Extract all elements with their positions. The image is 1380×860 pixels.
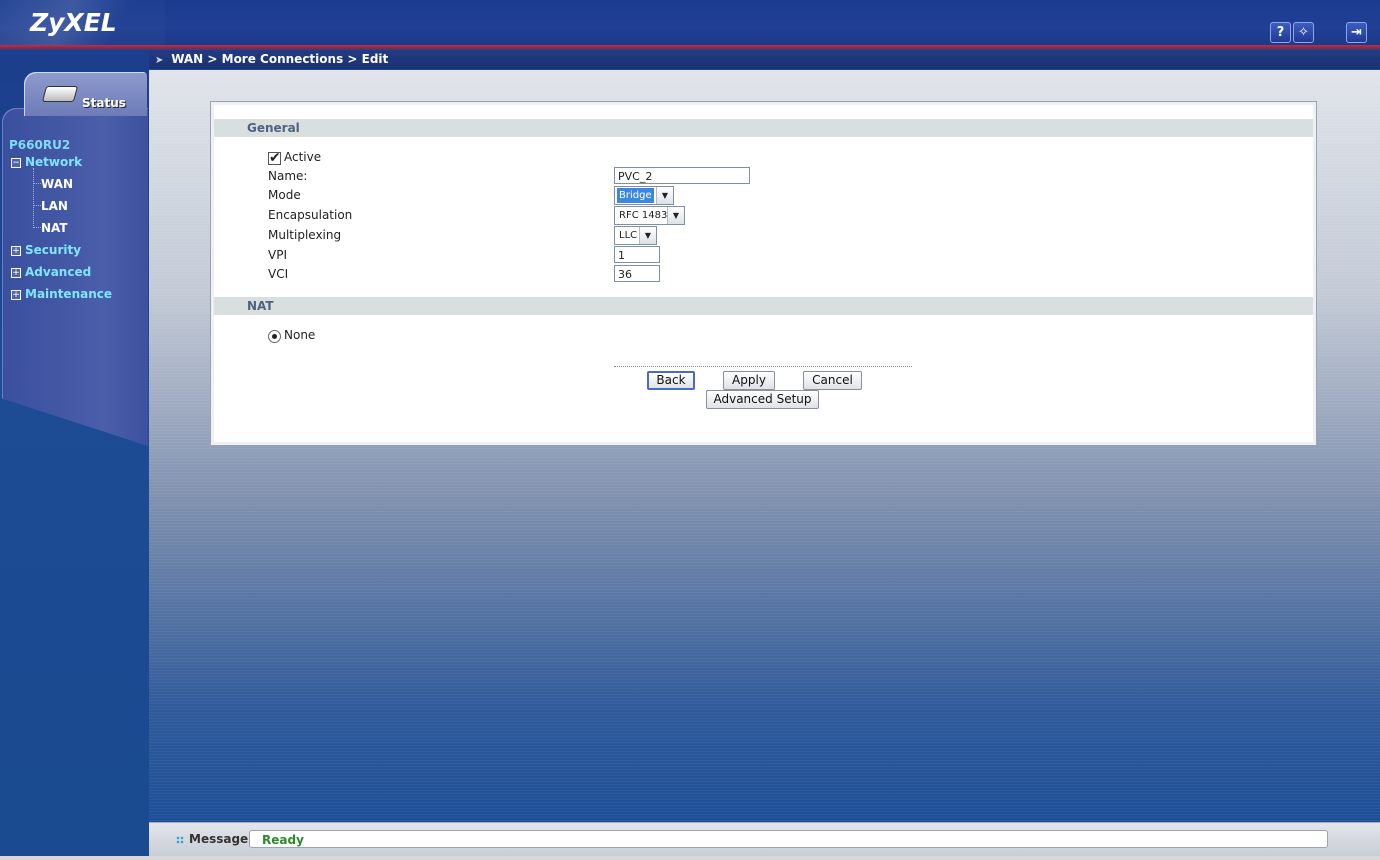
tree-branch (33, 205, 41, 206)
sidebar-item-maintenance[interactable]: Maintenance (25, 287, 112, 301)
header-stripe (0, 45, 1380, 49)
message-icon (176, 836, 184, 844)
section-header-nat: NAT (214, 297, 1313, 315)
status-tab-label: Status (82, 96, 126, 110)
router-icon (41, 86, 79, 102)
message-box: Ready (249, 830, 1328, 848)
breadcrumb-bar: ➤ WAN > More Connections > Edit (149, 50, 1380, 69)
section-header-general: General (214, 119, 1313, 137)
sidebar-item-security[interactable]: Security (25, 243, 81, 257)
mode-value: Bridge (617, 188, 654, 203)
vpi-field[interactable]: 1 (614, 246, 660, 263)
top-header: ZyXEL ? ✧ ⇥ (0, 0, 1380, 49)
multiplexing-label: Multiplexing (268, 228, 342, 242)
nat-none-label: None (284, 328, 316, 342)
tree-branch (33, 227, 41, 228)
vci-label: VCI (268, 267, 289, 281)
tree-branch (33, 183, 41, 184)
encapsulation-select[interactable]: RFC 1483 ▼ (614, 206, 685, 225)
breadcrumb-arrow-icon: ➤ (155, 55, 164, 66)
advanced-setup-button[interactable]: Advanced Setup (706, 390, 819, 409)
apply-button[interactable]: Apply (723, 371, 775, 390)
active-checkbox[interactable]: ✔ (268, 151, 281, 165)
bottom-strip (0, 856, 1380, 860)
mode-select[interactable]: Bridge ▼ (614, 186, 674, 205)
help-icon[interactable]: ? (1270, 22, 1291, 43)
chevron-down-icon: ▼ (656, 187, 673, 204)
multiplexing-select[interactable]: LLC ▼ (614, 226, 657, 245)
tree-line (33, 168, 34, 228)
edit-form-card: General ✔ Active Name: PVC_2 Mode Bridge… (210, 101, 1317, 446)
active-label: Active (284, 150, 322, 164)
status-tab[interactable]: Status (24, 72, 147, 116)
sidebar-item-nat[interactable]: NAT (41, 221, 68, 235)
message-label: Message (189, 832, 249, 846)
mode-label: Mode (268, 188, 301, 202)
device-name: P660RU2 (9, 138, 71, 152)
expand-icon[interactable]: + (11, 246, 21, 256)
vpi-label: VPI (268, 248, 287, 262)
expand-icon[interactable]: + (11, 268, 21, 278)
cancel-button[interactable]: Cancel (803, 371, 862, 390)
section-title: NAT (247, 299, 274, 313)
sidebar (0, 50, 149, 860)
back-button[interactable]: Back (647, 371, 695, 390)
section-title: General (247, 121, 300, 135)
chevron-down-icon: ▼ (667, 207, 684, 224)
collapse-icon[interactable]: − (11, 158, 21, 168)
divider (614, 366, 912, 367)
name-label: Name: (268, 169, 308, 183)
name-field[interactable]: PVC_2 (614, 167, 750, 184)
logout-icon[interactable]: ⇥ (1346, 22, 1367, 43)
status-bar: Message Ready (149, 822, 1380, 857)
multiplexing-value: LLC (619, 230, 638, 241)
zyxel-logo: ZyXEL (30, 8, 117, 37)
content-area: General ✔ Active Name: PVC_2 Mode Bridge… (149, 70, 1380, 822)
breadcrumb: WAN > More Connections > Edit (171, 52, 389, 66)
vci-field[interactable]: 36 (614, 265, 660, 282)
chevron-down-icon: ▼ (639, 227, 656, 244)
sidebar-item-wan[interactable]: WAN (41, 177, 73, 191)
encapsulation-value: RFC 1483 (619, 210, 668, 221)
sidebar-item-lan[interactable]: LAN (41, 199, 68, 213)
expand-icon[interactable]: + (11, 290, 21, 300)
sidebar-item-advanced[interactable]: Advanced (25, 265, 91, 279)
wizard-icon[interactable]: ✧ (1293, 22, 1314, 43)
sidebar-item-network[interactable]: Network (25, 155, 82, 169)
nat-none-radio[interactable] (268, 330, 281, 343)
encapsulation-label: Encapsulation (268, 208, 353, 222)
